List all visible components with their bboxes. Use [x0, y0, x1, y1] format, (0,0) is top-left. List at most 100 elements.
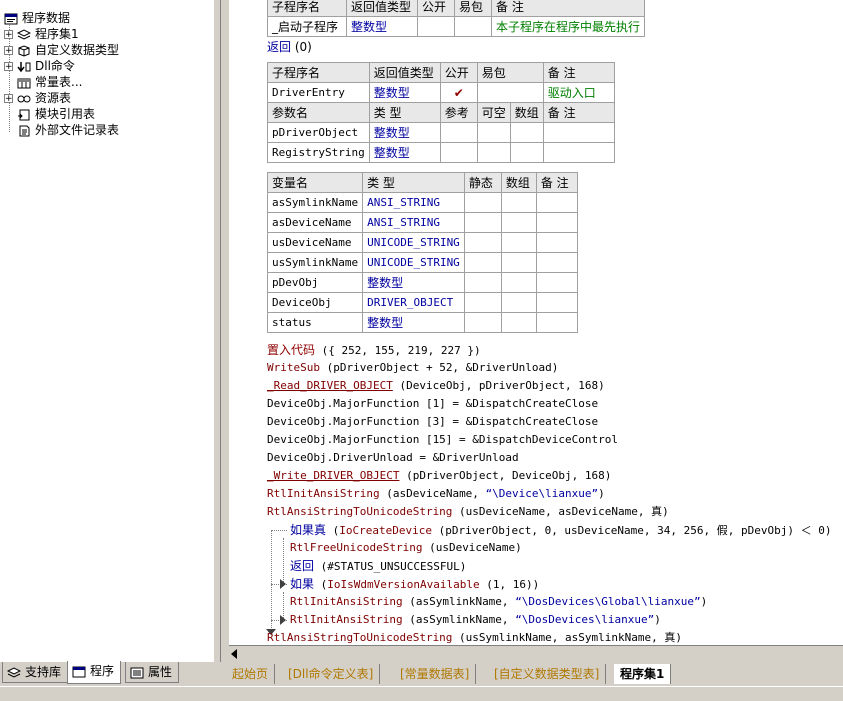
var-type-cell[interactable]: DRIVER_OBJECT	[362, 292, 465, 313]
empty-cell[interactable]	[535, 232, 578, 253]
sub-name-cell[interactable]: _启动子程序	[267, 16, 347, 37]
tree-item-dll-commands[interactable]: + Dll命令	[4, 58, 75, 74]
table-row[interactable]: DriverEntry 整数型 ✔ 驱动入口	[267, 82, 615, 103]
code-line[interactable]: WriteSub (pDriverObject + 52, &DriverUnl…	[267, 359, 558, 377]
return-statement[interactable]: 返回 (0)	[267, 38, 312, 56]
code-line[interactable]: 如果 (IoIsWdmVersionAvailable (1, 16))	[290, 575, 539, 593]
note-cell[interactable]: 本子程序在程序中最先执行	[490, 16, 646, 37]
tree-item-module-refs[interactable]: 模块引用表	[17, 106, 95, 122]
empty-cell[interactable]	[463, 232, 502, 253]
public-check-icon[interactable]: ✔	[439, 82, 478, 103]
empty-cell[interactable]	[535, 312, 578, 333]
expand-toggle[interactable]: +	[4, 30, 13, 40]
expand-toggle[interactable]: +	[4, 62, 13, 72]
code-line[interactable]: RtlInitAnsiString (asSymlinkName, “\DosD…	[290, 593, 707, 611]
tab-dll-commands[interactable]: [Dll命令定义表]	[282, 664, 381, 684]
return-type-cell[interactable]: 整数型	[346, 16, 418, 37]
table-row[interactable]: asSymlinkName ANSI_STRING	[266, 192, 578, 213]
empty-cell[interactable]	[542, 122, 615, 143]
expand-toggle[interactable]: +	[4, 94, 13, 104]
empty-cell[interactable]	[535, 252, 578, 273]
table-row[interactable]: RegistryString 整数型	[267, 142, 615, 163]
tab-program[interactable]: 程序	[67, 661, 122, 684]
empty-cell[interactable]	[500, 272, 537, 293]
tab-constants[interactable]: [常量数据表]	[394, 664, 477, 684]
empty-cell[interactable]	[500, 252, 537, 273]
tree-item-constants[interactable]: 常量表...	[17, 74, 82, 90]
table-row[interactable]: usDeviceName UNICODE_STRING	[266, 232, 578, 253]
empty-cell[interactable]	[463, 292, 502, 313]
code-line[interactable]: _Write_DRIVER_OBJECT (pDriverObject, Dev…	[267, 467, 611, 485]
empty-cell[interactable]	[535, 272, 578, 293]
empty-cell[interactable]	[509, 122, 544, 143]
table-row[interactable]: pDriverObject 整数型	[267, 122, 615, 143]
code-line[interactable]: 如果真 (IoCreateDevice (pDriverObject, 0, u…	[290, 521, 831, 539]
var-name-cell[interactable]: usDeviceName	[266, 232, 364, 253]
empty-cell[interactable]	[500, 192, 537, 213]
tab-start-page[interactable]: 起始页	[226, 664, 276, 684]
var-name-cell[interactable]: asDeviceName	[266, 212, 364, 233]
param-name-cell[interactable]: pDriverObject	[267, 122, 370, 143]
tree-item-custom-types[interactable]: + 自定义数据类型	[4, 42, 119, 58]
tree-item-program-set[interactable]: + 程序集1	[4, 26, 79, 42]
empty-cell[interactable]	[509, 142, 544, 163]
empty-cell[interactable]	[463, 192, 502, 213]
empty-cell[interactable]	[535, 292, 578, 313]
table-row[interactable]: pDevObj 整数型	[266, 272, 578, 293]
var-name-cell[interactable]: DeviceObj	[266, 292, 364, 313]
tab-properties[interactable]: 属性	[125, 662, 180, 683]
empty-cell[interactable]	[439, 122, 478, 143]
scroll-left-icon[interactable]	[231, 649, 239, 659]
empty-cell[interactable]	[463, 252, 502, 273]
var-name-cell[interactable]: asSymlinkName	[266, 192, 364, 213]
empty-cell[interactable]	[463, 212, 502, 233]
table-row[interactable]: _启动子程序 整数型 本子程序在程序中最先执行	[267, 16, 646, 37]
empty-cell[interactable]	[463, 312, 502, 333]
tab-support-lib[interactable]: 支持库	[2, 662, 69, 683]
tree-root[interactable]: 程序数据	[4, 10, 70, 26]
code-line[interactable]: DeviceObj.DriverUnload = &DriverUnload	[267, 449, 519, 467]
var-name-cell[interactable]: status	[266, 312, 364, 333]
var-type-cell[interactable]: UNICODE_STRING	[362, 252, 465, 273]
empty-cell[interactable]	[542, 142, 615, 163]
code-line[interactable]: RtlAnsiStringToUnicodeString (usDeviceNa…	[267, 503, 669, 521]
var-type-cell[interactable]: 整数型	[362, 272, 465, 293]
empty-cell[interactable]	[535, 192, 578, 213]
left-panel-scrollbar[interactable]	[214, 0, 221, 662]
empty-cell[interactable]	[439, 142, 478, 163]
table-row[interactable]: asDeviceName ANSI_STRING	[266, 212, 578, 233]
code-line[interactable]: RtlFreeUnicodeString (usDeviceName)	[290, 539, 522, 557]
package-cell[interactable]	[454, 16, 492, 37]
tab-program-set-1[interactable]: 程序集1	[614, 664, 672, 684]
code-line[interactable]: _Read_DRIVER_OBJECT (DeviceObj, pDriverO…	[267, 377, 605, 395]
var-type-cell[interactable]: ANSI_STRING	[362, 212, 465, 233]
empty-cell[interactable]	[535, 212, 578, 233]
var-type-cell[interactable]: UNICODE_STRING	[362, 232, 465, 253]
var-type-cell[interactable]: 整数型	[362, 312, 465, 333]
empty-cell[interactable]	[500, 292, 537, 313]
var-type-cell[interactable]: ANSI_STRING	[362, 192, 465, 213]
empty-cell[interactable]	[476, 122, 511, 143]
empty-cell[interactable]	[463, 272, 502, 293]
sub-name-cell[interactable]: DriverEntry	[267, 82, 370, 103]
code-line[interactable]: DeviceObj.MajorFunction [1] = &DispatchC…	[267, 395, 598, 413]
param-type-cell[interactable]: 整数型	[368, 142, 441, 163]
param-type-cell[interactable]: 整数型	[368, 122, 441, 143]
tree-item-resources[interactable]: + 资源表	[4, 90, 71, 106]
code-line[interactable]: 返回 (#STATUS_UNSUCCESSFUL)	[290, 557, 466, 575]
tree-item-external-files[interactable]: 外部文件记录表	[17, 122, 119, 138]
code-line[interactable]: RtlInitAnsiString (asSymlinkName, “\DosD…	[290, 611, 661, 629]
empty-cell[interactable]	[500, 212, 537, 233]
param-name-cell[interactable]: RegistryString	[267, 142, 370, 163]
code-horizontal-scrollbar[interactable]	[229, 645, 843, 663]
note-cell[interactable]: 驱动入口	[542, 82, 615, 103]
public-cell[interactable]	[417, 16, 455, 37]
code-line[interactable]: 置入代码 ({ 252, 155, 219, 227 })	[267, 341, 481, 359]
table-row[interactable]: DeviceObj DRIVER_OBJECT	[266, 292, 578, 313]
var-name-cell[interactable]: pDevObj	[266, 272, 364, 293]
code-line[interactable]: RtlInitAnsiString (asDeviceName, “\Devic…	[267, 485, 605, 503]
package-cell[interactable]	[476, 82, 544, 103]
tab-custom-types[interactable]: [自定义数据类型表]	[488, 664, 607, 684]
empty-cell[interactable]	[500, 312, 537, 333]
code-line[interactable]: DeviceObj.MajorFunction [3] = &DispatchC…	[267, 413, 598, 431]
